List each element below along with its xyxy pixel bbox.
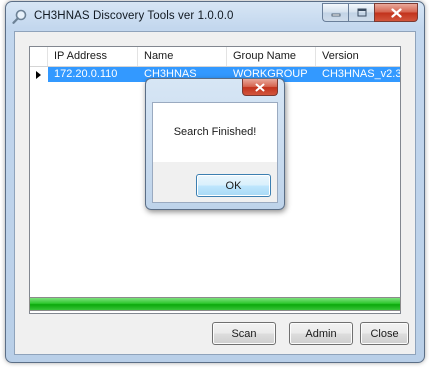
scan-button[interactable]: Scan: [212, 322, 276, 345]
column-header-name[interactable]: Name: [138, 47, 227, 66]
dialog-message: Search Finished!: [173, 126, 257, 138]
row-pointer-icon: [30, 67, 48, 82]
window-close-button[interactable]: [374, 3, 418, 22]
caption-buttons: [322, 3, 418, 23]
cell-version: CH3HNAS_v2.3.23: [316, 67, 400, 82]
column-header-indicator: [30, 47, 48, 66]
maximize-icon: [357, 8, 366, 17]
maximize-button[interactable]: [348, 3, 374, 22]
close-icon: [390, 7, 402, 18]
dialog-close-button[interactable]: [242, 79, 278, 96]
cell-ip: 172.20.0.110: [48, 67, 138, 82]
minimize-icon: [331, 13, 340, 16]
search-progress-bar: [29, 297, 401, 311]
search-finished-dialog: Search Finished! OK: [145, 78, 285, 210]
dialog-message-area: Search Finished!: [153, 103, 277, 162]
admin-button[interactable]: Admin: [289, 322, 353, 345]
close-icon: [255, 83, 265, 91]
title-bar[interactable]: CH3HNAS Discovery Tools ver 1.0.0.0: [6, 2, 424, 32]
column-header-ip[interactable]: IP Address: [48, 47, 138, 66]
dialog-body: Search Finished! OK: [152, 102, 278, 203]
column-header-group[interactable]: Group Name: [227, 47, 316, 66]
close-button[interactable]: Close: [360, 322, 409, 345]
progress-fill: [30, 298, 400, 310]
minimize-button[interactable]: [322, 3, 348, 22]
magnifier-icon: [12, 8, 29, 25]
window-title: CH3HNAS Discovery Tools ver 1.0.0.0: [34, 10, 234, 22]
ok-button[interactable]: OK: [196, 174, 271, 197]
list-header: IP Address Name Group Name Version: [30, 47, 400, 67]
column-header-version[interactable]: Version: [316, 47, 400, 66]
